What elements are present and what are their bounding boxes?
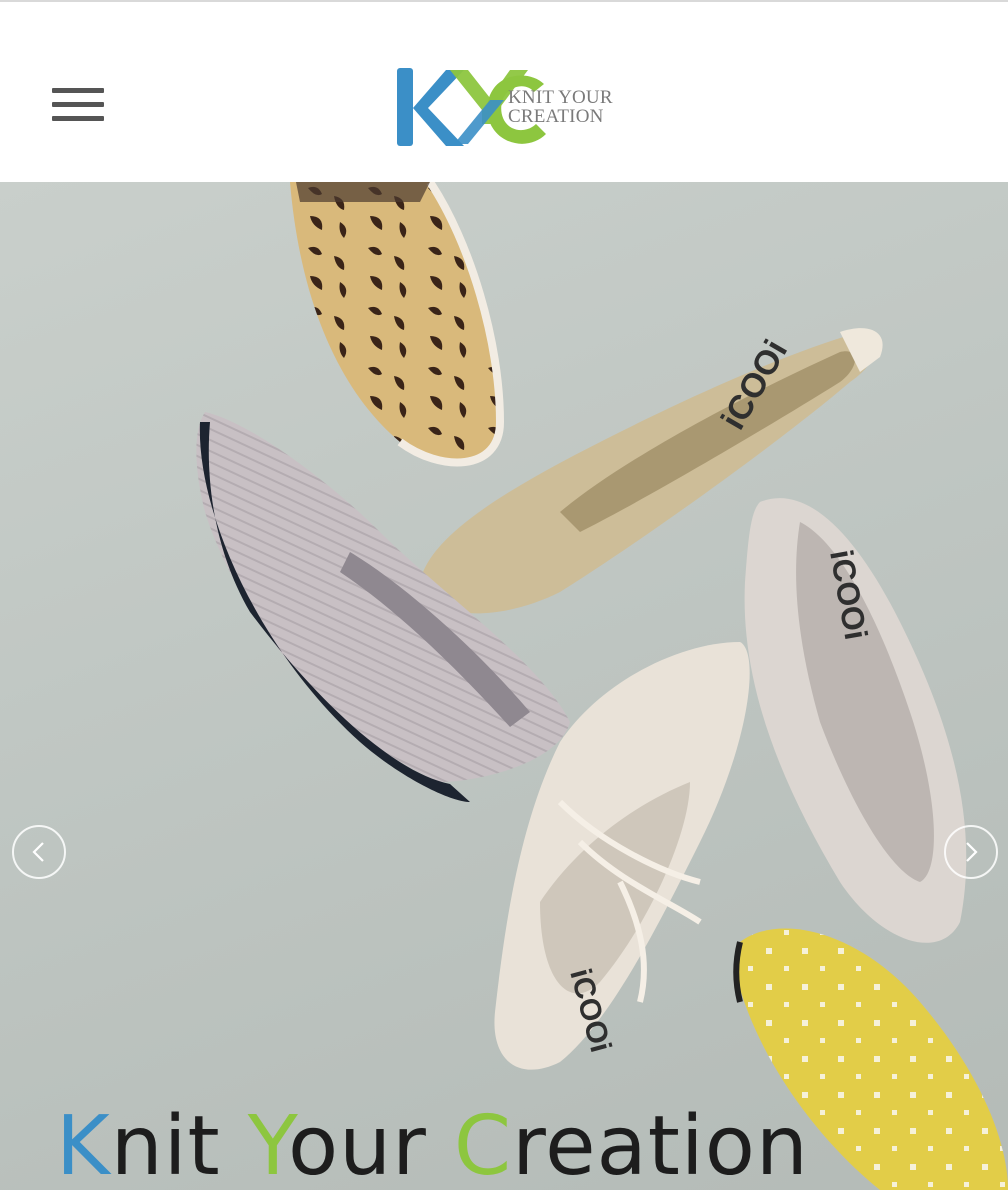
white-ballet-flat-shoe: iCOOi — [744, 498, 967, 943]
leopard-shoe — [290, 182, 505, 467]
menu-bar — [52, 88, 104, 93]
chevron-left-icon — [32, 842, 44, 862]
chevron-right-icon — [966, 842, 978, 862]
tagline-word-3-rest: reation — [512, 1099, 809, 1191]
carousel-prev-button[interactable] — [12, 825, 66, 879]
logo-wordmark: KNIT YOUR CREATION — [508, 88, 613, 126]
logo-line-2: CREATION — [508, 106, 604, 127]
hero-carousel: iCOOi iCOOi iCOOi Knit Your Creation — [0, 182, 1008, 1190]
carousel-next-button[interactable] — [944, 825, 998, 879]
tagline-initial-k: K — [56, 1099, 111, 1191]
hero-photo-shoes: iCOOi iCOOi iCOOi — [196, 182, 1008, 1190]
tagline-initial-c: C — [453, 1099, 513, 1191]
brand-logo[interactable]: KNIT YOUR CREATION — [394, 64, 624, 150]
site-header: KNIT YOUR CREATION — [0, 2, 1008, 182]
tagline-initial-y: Y — [247, 1099, 288, 1191]
hamburger-menu-icon[interactable] — [52, 88, 104, 124]
tagline-word-1-rest: nit — [110, 1099, 221, 1191]
menu-bar — [52, 116, 104, 121]
logo-line-1: KNIT YOUR — [508, 87, 613, 108]
hero-tagline: Knit Your Creation — [56, 1099, 809, 1191]
menu-bar — [52, 102, 104, 107]
tagline-word-2-rest: our — [287, 1099, 427, 1191]
bottom-spacer — [0, 1190, 1008, 1200]
